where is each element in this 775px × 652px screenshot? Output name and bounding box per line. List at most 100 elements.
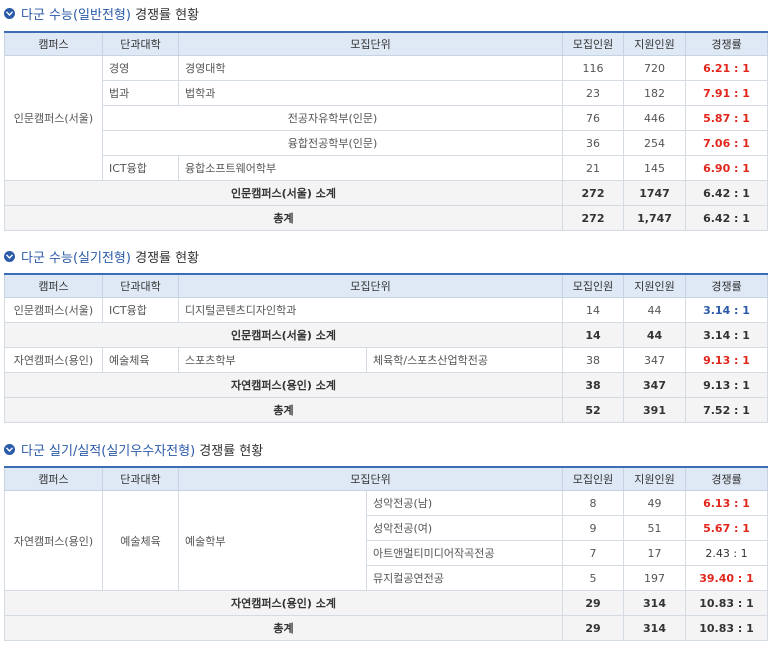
subtotal-row: 인문캠퍼스(서울) 소계 14 44 3.14 : 1 (3, 322, 769, 348)
subtotal-quota: 38 (562, 372, 625, 398)
applicants-cell: 17 (623, 540, 687, 566)
ratio-cell: 2.43 : 1 (685, 540, 769, 566)
table-row: 자연캠퍼스(용인) 예술체육 예술학부 성악전공(남) 8 49 6.13 : … (4, 490, 769, 591)
table-row: 자연캠퍼스(용인) 예술체육 스포츠학부 체육학/스포츠산업학전공 38 347… (4, 347, 769, 373)
subtotal-applicants: 44 (623, 322, 687, 348)
major-cell: 성악전공(남) (365, 490, 564, 516)
unit-cell: 경영대학 (177, 55, 564, 81)
quota-cell: 36 (562, 130, 625, 156)
applicants-cell: 347 (623, 347, 687, 373)
quota-cell: 7 (562, 540, 625, 566)
total-ratio: 6.42 : 1 (685, 205, 769, 231)
subtotal-row: 자연캠퍼스(용인) 소계 29 314 10.83 : 1 (3, 590, 769, 616)
section-3-title: 다군 실기/실적(실기우수자전형) 경쟁률 현황 (4, 439, 263, 459)
college-cell: 경영 (102, 55, 179, 81)
ratio-cell: 7.91 : 1 (685, 80, 769, 106)
total-row: 총계 272 1,747 6.42 : 1 (3, 205, 769, 231)
quota-cell: 14 (562, 297, 625, 323)
applicants-cell: 720 (623, 55, 687, 81)
section-2-title: 다군 수능(실기전형) 경쟁률 현황 (4, 246, 199, 266)
ratio-cell: 6.90 : 1 (685, 155, 769, 181)
subtotal-label: 자연캠퍼스(용인) 소계 (3, 372, 564, 398)
quota-cell: 21 (562, 155, 625, 181)
header-applicants: 지원인원 (623, 466, 687, 491)
header-campus: 캠퍼스 (4, 466, 103, 491)
subtotal-label: 인문캠퍼스(서울) 소계 (3, 180, 564, 206)
header-unit: 모집단위 (177, 31, 564, 56)
header-unit: 모집단위 (177, 466, 564, 491)
applicants-cell: 49 (623, 490, 687, 516)
subtotal-row: 자연캠퍼스(용인) 소계 38 347 9.13 : 1 (3, 372, 769, 398)
table-row: 융합전공학부(인문) 36 254 7.06 : 1 (5, 130, 769, 156)
major-cell: 성악전공(여) (365, 515, 564, 541)
subtotal-ratio: 3.14 : 1 (685, 322, 769, 348)
total-quota: 29 (562, 615, 625, 641)
table-header: 캠퍼스 단과대학 모집단위 모집인원 지원인원 경쟁률 (4, 466, 769, 491)
unit-cell: 전공자유학부(인문) (101, 105, 564, 131)
campus-cell: 인문캠퍼스(서울) (4, 55, 103, 181)
subtotal-quota: 272 (562, 180, 625, 206)
unit-cell: 법학과 (177, 80, 564, 106)
ratio-cell: 39.40 : 1 (685, 565, 769, 591)
subtotal-ratio: 9.13 : 1 (685, 372, 769, 398)
total-applicants: 391 (623, 397, 687, 423)
header-ratio: 경쟁률 (685, 31, 769, 56)
quota-cell: 38 (562, 347, 625, 373)
table-row: 인문캠퍼스(서울) ICT융합 디지털콘텐츠디자인학과 14 44 3.14 :… (4, 297, 769, 323)
table-3: 캠퍼스 단과대학 모집단위 모집인원 지원인원 경쟁률 자연캠퍼스(용인) 예술… (3, 466, 769, 641)
campus-cell: 자연캠퍼스(용인) (4, 490, 103, 591)
subtotal-quota: 14 (562, 322, 625, 348)
major-cell: 체육학/스포츠산업학전공 (365, 347, 564, 373)
total-ratio: 10.83 : 1 (685, 615, 769, 641)
applicants-cell: 145 (623, 155, 687, 181)
ratio-cell: 9.13 : 1 (685, 347, 769, 373)
header-applicants: 지원인원 (623, 31, 687, 56)
quota-cell: 116 (562, 55, 625, 81)
ratio-cell: 5.87 : 1 (685, 105, 769, 131)
header-quota: 모집인원 (562, 31, 625, 56)
subtotal-label: 자연캠퍼스(용인) 소계 (3, 590, 564, 616)
quota-cell: 9 (562, 515, 625, 541)
table-2: 캠퍼스 단과대학 모집단위 모집인원 지원인원 경쟁률 인문캠퍼스(서울) IC… (3, 273, 769, 423)
header-quota: 모집인원 (562, 466, 625, 491)
header-campus: 캠퍼스 (4, 31, 103, 56)
quota-cell: 23 (562, 80, 625, 106)
total-quota: 272 (562, 205, 625, 231)
total-applicants: 314 (623, 615, 687, 641)
total-row: 총계 52 391 7.52 : 1 (3, 397, 769, 423)
unit-cell: 스포츠학부 (178, 347, 367, 373)
subtotal-row: 인문캠퍼스(서울) 소계 272 1747 6.42 : 1 (3, 180, 769, 206)
college-cell: ICT융합 (102, 297, 179, 323)
header-unit: 모집단위 (177, 273, 564, 298)
total-label: 총계 (3, 615, 564, 641)
table-header: 캠퍼스 단과대학 모집단위 모집인원 지원인원 경쟁률 (4, 31, 769, 56)
college-cell: ICT융합 (102, 155, 179, 181)
applicants-cell: 254 (623, 130, 687, 156)
header-ratio: 경쟁률 (685, 273, 769, 298)
header-college: 단과대학 (102, 31, 179, 56)
applicants-cell: 44 (623, 297, 687, 323)
applicants-cell: 197 (623, 565, 687, 591)
header-quota: 모집인원 (562, 273, 625, 298)
unit-cell: 디지털콘텐츠디자인학과 (177, 297, 564, 323)
total-label: 총계 (3, 397, 564, 423)
total-label: 총계 (3, 205, 564, 231)
total-ratio: 7.52 : 1 (685, 397, 769, 423)
subtotal-label: 인문캠퍼스(서울) 소계 (3, 322, 564, 348)
applicants-cell: 182 (623, 80, 687, 106)
table-header: 캠퍼스 단과대학 모집단위 모집인원 지원인원 경쟁률 (4, 273, 769, 298)
total-quota: 52 (562, 397, 625, 423)
quota-cell: 5 (562, 565, 625, 591)
header-ratio: 경쟁률 (685, 466, 769, 491)
quota-cell: 76 (562, 105, 625, 131)
ratio-cell: 6.21 : 1 (685, 55, 769, 81)
subtotal-applicants: 1747 (623, 180, 687, 206)
header-campus: 캠퍼스 (4, 273, 103, 298)
chevron-down-icon (4, 443, 15, 455)
ratio-cell: 6.13 : 1 (685, 490, 769, 516)
major-cell: 아트앤멀티미디어작곡전공 (365, 540, 564, 566)
table-1: 캠퍼스 단과대학 모집단위 모집인원 지원인원 경쟁률 인문캠퍼스(서울) 경영… (3, 31, 769, 231)
header-applicants: 지원인원 (623, 273, 687, 298)
unit-cell: 융합소프트웨어학부 (177, 155, 564, 181)
subtotal-applicants: 314 (623, 590, 687, 616)
